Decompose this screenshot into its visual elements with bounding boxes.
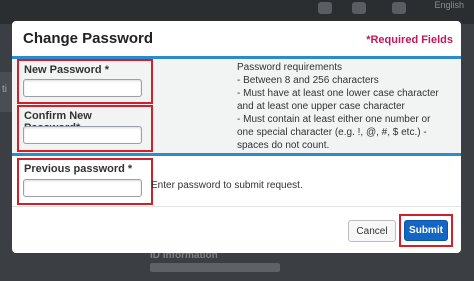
requirement-line: - Must contain at least either one numbe… [237, 114, 431, 125]
background-blurred-value [150, 263, 280, 272]
submit-button[interactable]: Submit [404, 220, 448, 241]
new-password-label: New Password * [24, 64, 109, 76]
new-password-input[interactable] [23, 79, 142, 97]
previous-password-label: Previous password * [24, 163, 133, 175]
previous-password-group: Previous password * [17, 158, 153, 205]
requirement-line: - Between 8 and 256 characters [237, 75, 379, 86]
previous-password-section: Previous password * Enter password to su… [12, 156, 461, 205]
side-fragment: ti [2, 84, 7, 95]
globe-icon [392, 2, 406, 14]
requirement-line: spaces do not count. [237, 140, 330, 151]
cancel-button[interactable]: Cancel [348, 220, 396, 242]
requirement-line: one special character (e.g. !, @, #, $ e… [237, 127, 427, 138]
change-password-dialog: Change Password *Required Fields New Pas… [12, 21, 461, 253]
previous-password-hint: Enter password to submit request. [151, 180, 303, 191]
requirement-line: and at least one upper case character [237, 101, 405, 112]
user-icon [352, 2, 366, 14]
requirements-heading: Password requirements [237, 62, 343, 73]
language-label: English [434, 0, 464, 10]
confirm-password-input[interactable] [23, 126, 142, 144]
help-icon [318, 2, 332, 14]
confirm-password-group: Confirm New Password* [17, 105, 153, 152]
password-requirements: Password requirements - Between 8 and 25… [237, 61, 457, 152]
new-password-section: New Password * Confirm New Password* Pas… [12, 59, 461, 156]
dialog-title: Change Password [23, 30, 154, 47]
requirement-line: - Must have at least one lower case char… [237, 88, 439, 99]
required-fields-note: *Required Fields [366, 34, 453, 46]
new-password-group: New Password * [17, 59, 153, 104]
dialog-header: Change Password *Required Fields [12, 21, 461, 59]
previous-password-input[interactable] [23, 179, 142, 197]
dialog-footer: Cancel Submit [12, 206, 461, 254]
submit-highlight: Submit [399, 214, 453, 247]
